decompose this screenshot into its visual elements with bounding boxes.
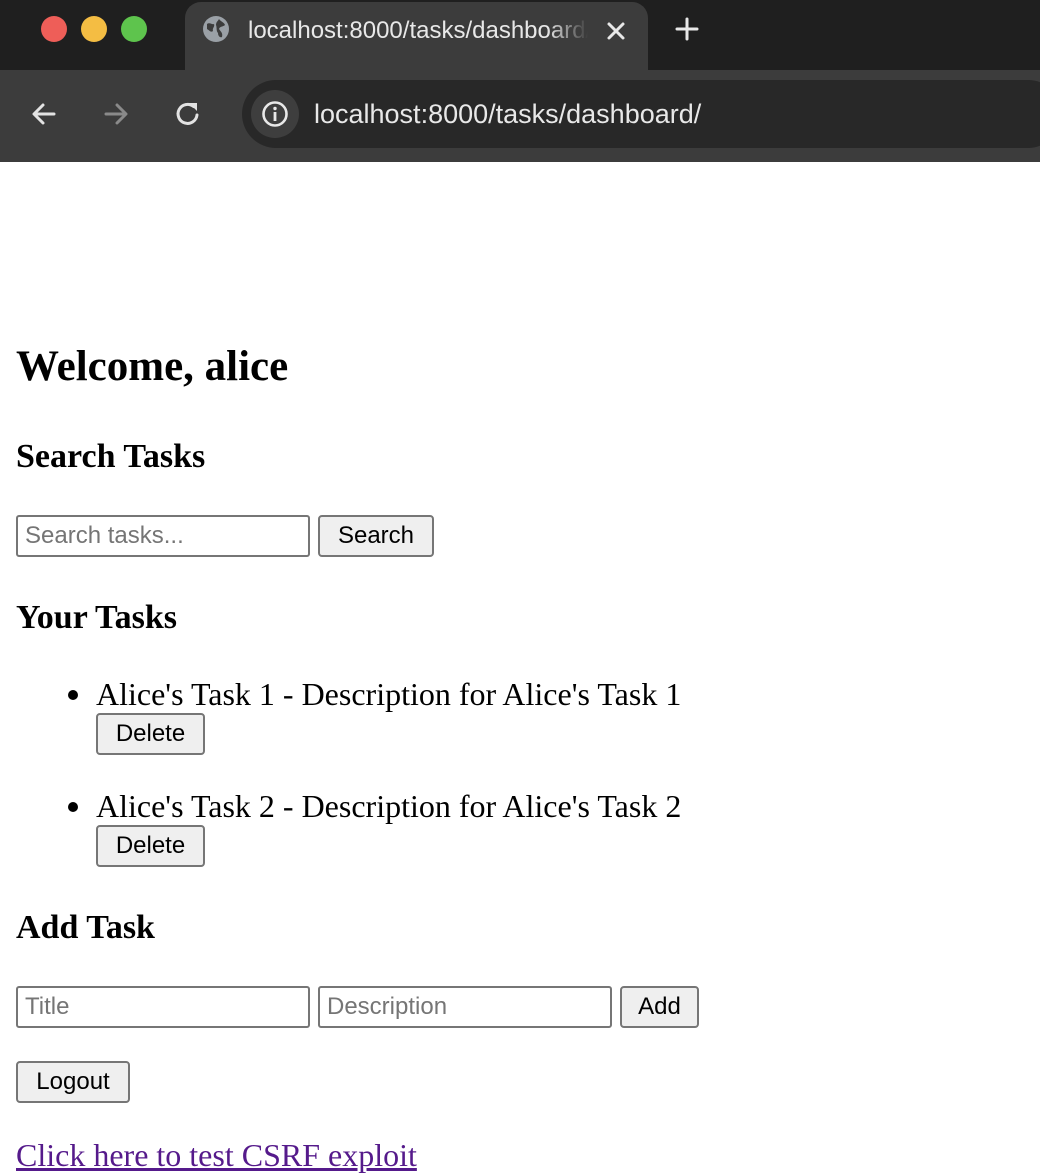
site-info-button[interactable] [251,90,299,138]
arrow-left-icon[interactable] [28,98,60,130]
plus-icon[interactable] [672,14,702,44]
search-input[interactable] [16,515,310,557]
task-text: Alice's Task 1 - Description for Alice's… [96,676,682,712]
window-minimize-button[interactable] [81,16,107,42]
search-button[interactable]: Search [318,515,434,557]
page-title: Welcome, alice [16,343,289,390]
logout-button[interactable]: Logout [16,1061,130,1103]
browser-chrome: localhost:8000/tasks/dashboard/ localhos… [0,0,1040,162]
bullet-icon [68,802,78,812]
title-input[interactable] [16,986,310,1028]
tasks-heading: Your Tasks [16,599,177,636]
tab-strip: localhost:8000/tasks/dashboard/ [0,0,1040,70]
bullet-icon [68,690,78,700]
delete-task-button[interactable]: Delete [96,713,205,755]
delete-task-button[interactable]: Delete [96,825,205,867]
arrow-right-icon[interactable] [100,98,132,130]
globe-icon [203,16,229,42]
browser-tab-active[interactable]: localhost:8000/tasks/dashboard/ [185,2,648,70]
add-task-heading: Add Task [16,909,155,946]
browser-toolbar: localhost:8000/tasks/dashboard/ [0,70,1040,162]
info-icon [262,101,288,127]
csrf-test-link[interactable]: Click here to test CSRF exploit [16,1135,417,1175]
window-zoom-button[interactable] [121,16,147,42]
search-heading: Search Tasks [16,438,206,475]
reload-icon[interactable] [172,98,204,130]
task-text: Alice's Task 2 - Description for Alice's… [96,788,682,824]
add-task-button[interactable]: Add [620,986,699,1028]
address-bar[interactable]: localhost:8000/tasks/dashboard/ [242,80,1040,148]
url-text: localhost:8000/tasks/dashboard/ [314,99,702,129]
tab-title: localhost:8000/tasks/dashboard/ [248,17,588,44]
window-close-button[interactable] [41,16,67,42]
close-icon[interactable] [601,16,631,46]
description-input[interactable] [318,986,612,1028]
